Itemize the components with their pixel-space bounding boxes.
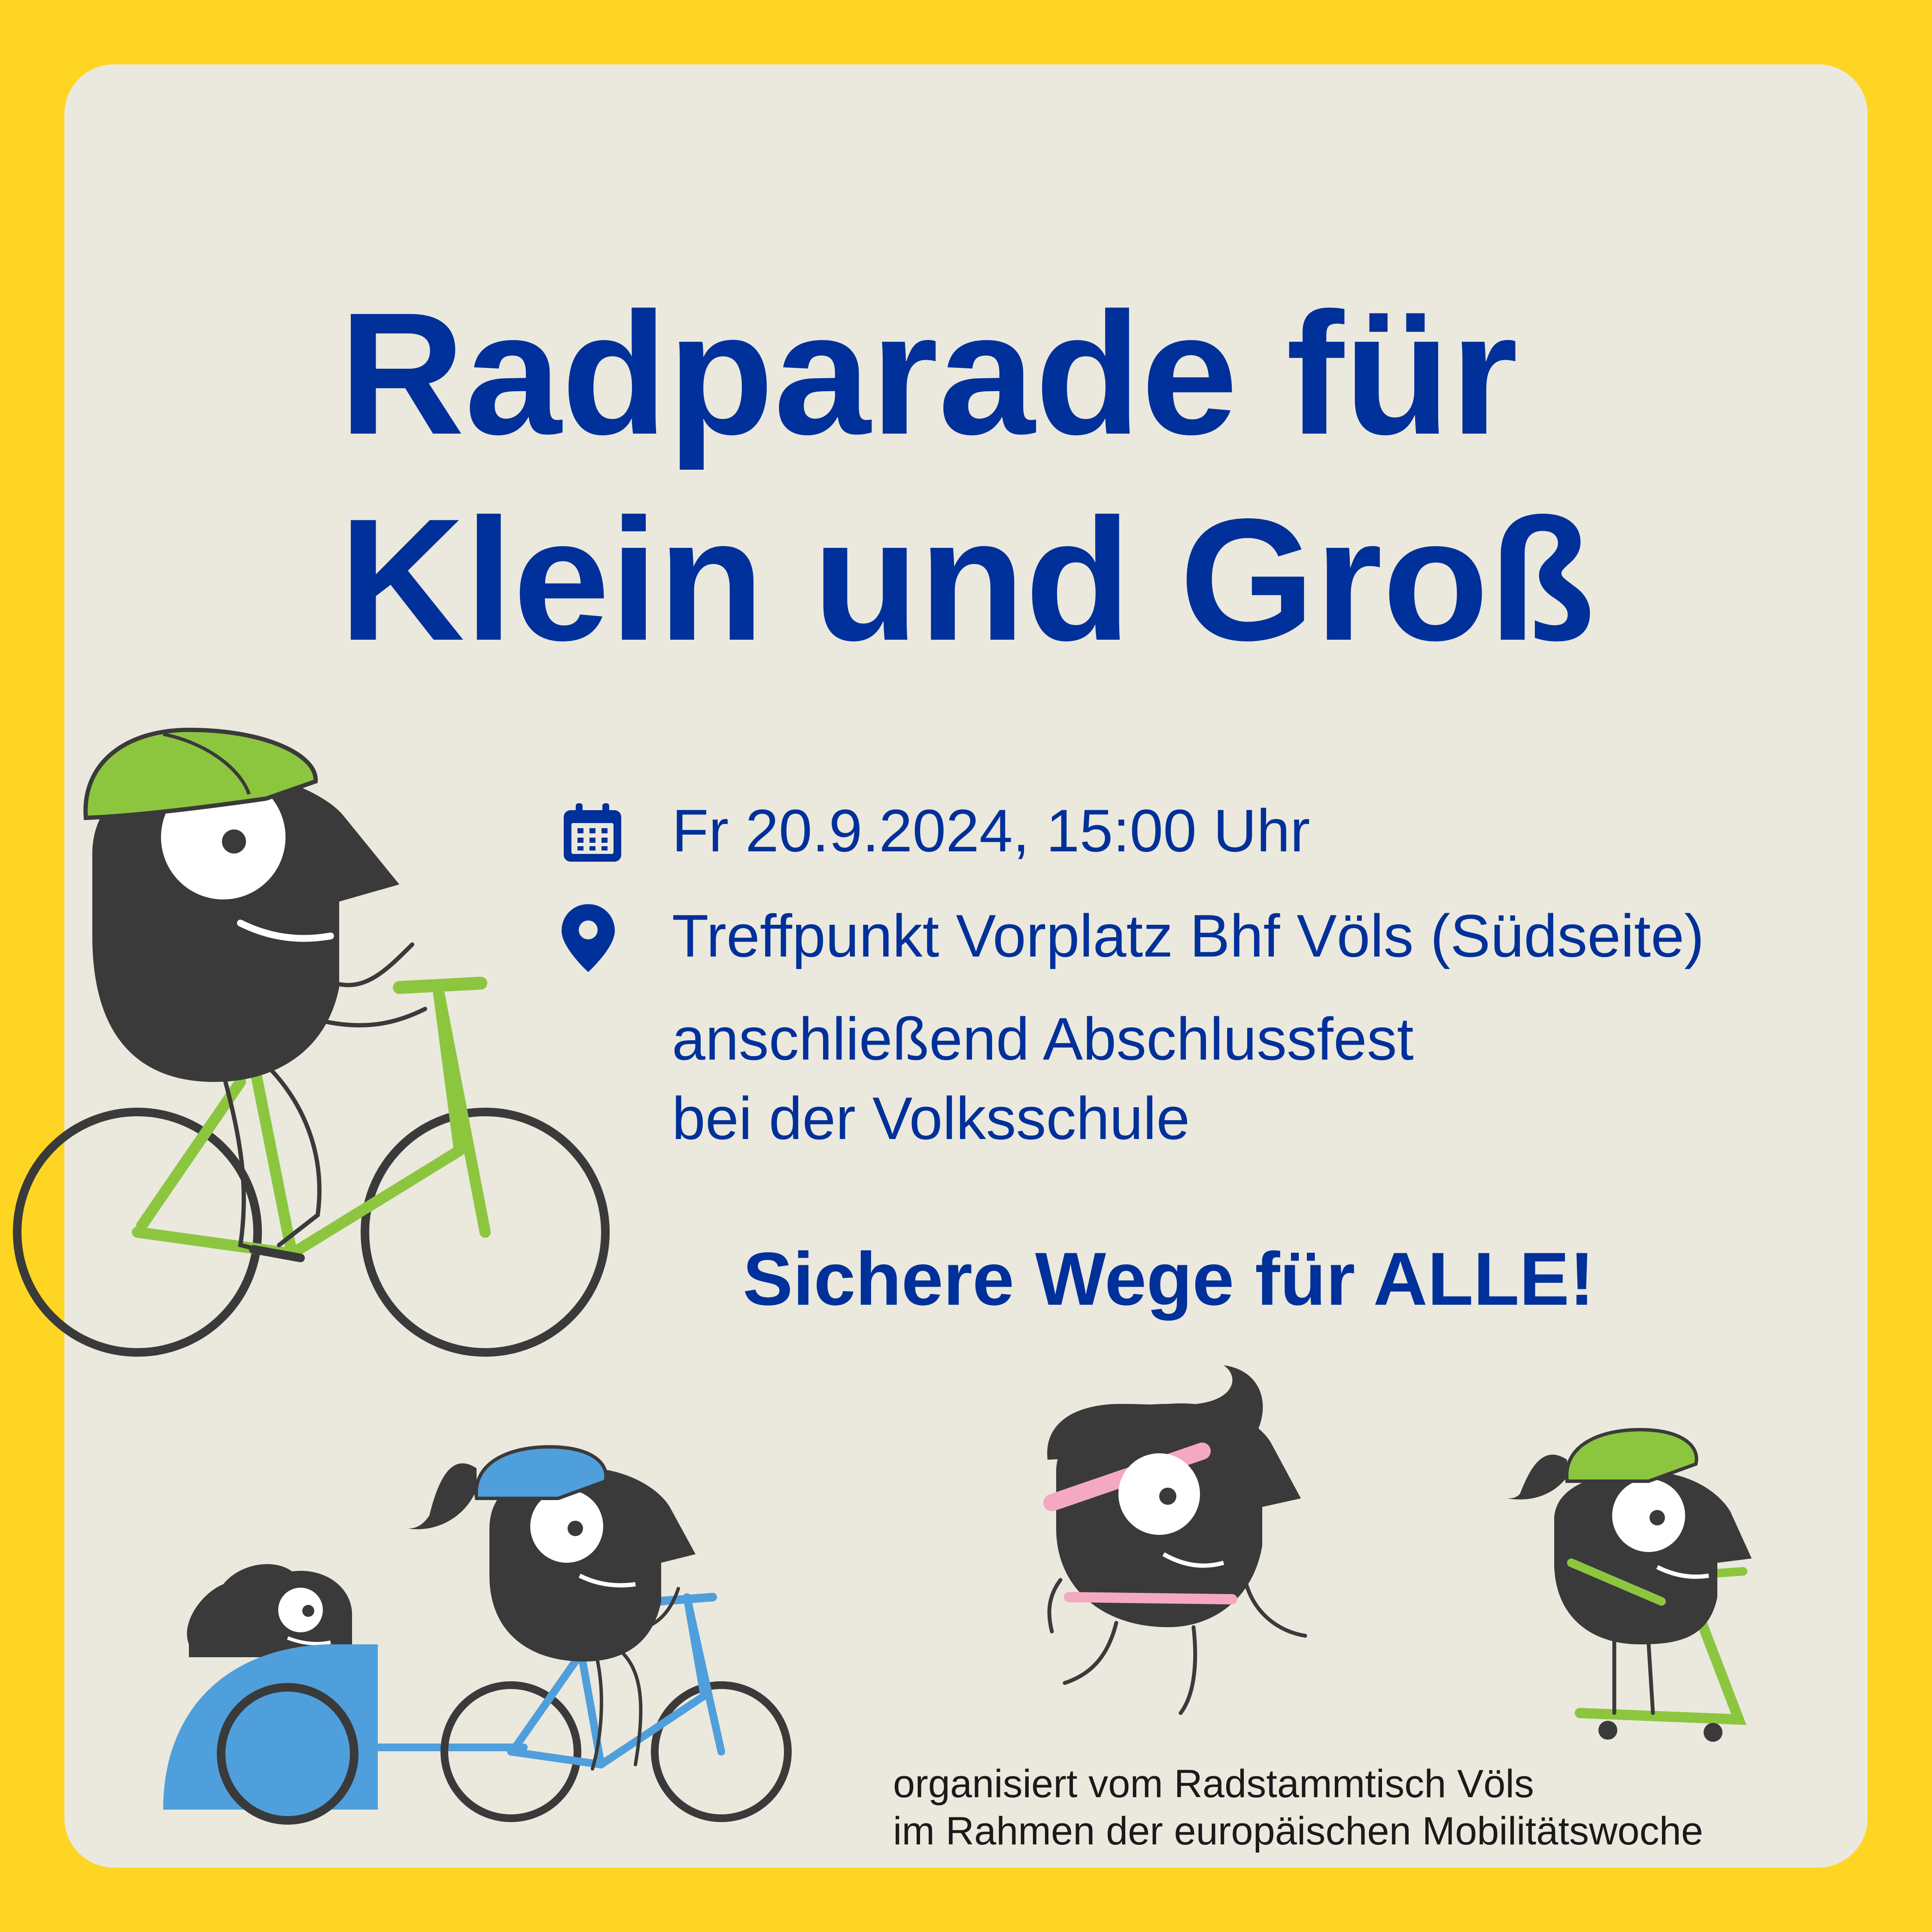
cargo-trailer-illustration: [163, 1564, 528, 1825]
scooter-rider-illustration: [1507, 1428, 1752, 1742]
big-cyclist-illustration: [13, 727, 610, 1357]
runner-illustration: [1043, 1365, 1307, 1715]
blue-cyclist-illustration: [408, 1445, 792, 1822]
poster: Radparade für Klein und Groß Fr 20.9.202…: [0, 0, 1932, 1932]
illustrations: [13, 727, 1752, 1825]
